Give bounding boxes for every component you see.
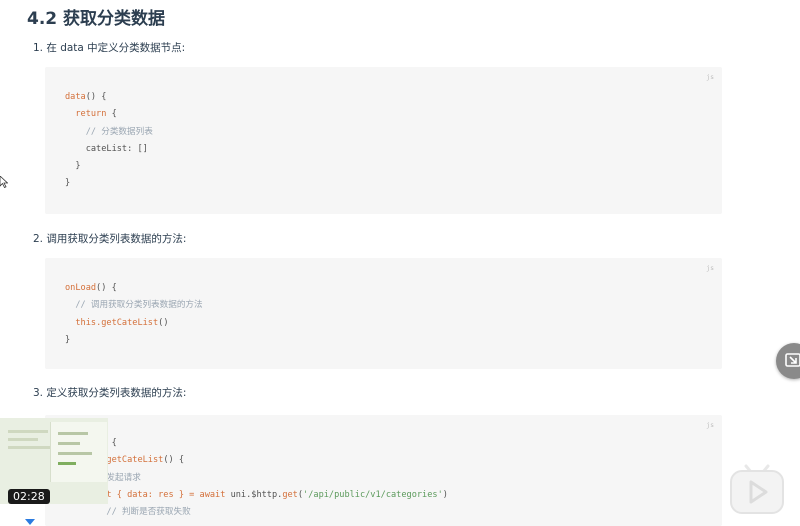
thumb-line	[58, 452, 92, 455]
code-token: it { data: res } =	[101, 489, 200, 500]
thumb-line	[58, 432, 88, 435]
code-comment: // 分类数据列表	[85, 126, 153, 137]
thumb-line	[58, 462, 76, 465]
code-token: data	[65, 92, 86, 102]
code-content: data() { return { // 分类数据列表 cateList: []…	[65, 89, 153, 193]
code-block-method[interactable]: js { getCateList() { 发起请求 it { data: res…	[45, 415, 722, 526]
code-token: }	[65, 334, 71, 345]
code-token: {	[106, 109, 117, 120]
code-token: get	[282, 489, 298, 500]
code-token: onLoad	[65, 283, 97, 293]
step-1-label: 1. 在 data 中定义分类数据节点:	[33, 42, 186, 54]
code-token: }	[65, 178, 71, 189]
code-string: '/api/public/v1/categories'	[303, 489, 443, 500]
code-token: () {	[85, 92, 107, 102]
code-token: this	[75, 317, 97, 328]
code-token: )	[442, 489, 448, 500]
floating-action-button[interactable]	[776, 343, 800, 379]
video-timestamp: 02:28	[8, 489, 50, 504]
section-heading: 4.2 获取分类数据	[27, 9, 166, 29]
language-tag: js	[706, 264, 714, 272]
code-content: { getCateList() { 发起请求 it { data: res } …	[65, 435, 448, 521]
code-token: getCateList	[106, 455, 164, 466]
code-token: () {	[96, 283, 117, 293]
code-comment: // 判断是否获取失败	[106, 507, 191, 518]
step-2-label: 2. 调用获取分类列表数据的方法:	[33, 233, 187, 245]
video-indicator	[25, 519, 35, 525]
thumb-line	[58, 442, 80, 445]
code-token: {	[111, 438, 117, 448]
step-3-label: 3. 定义获取分类列表数据的方法:	[33, 387, 187, 399]
code-token: }	[75, 161, 81, 172]
code-token: uni.$http.	[225, 489, 283, 500]
code-token: await	[199, 489, 226, 500]
code-block-data[interactable]: js data() { return { // 分类数据列表 cateList:…	[45, 67, 722, 214]
code-comment: // 调用获取分类列表数据的方法	[75, 300, 203, 311]
code-block-onload[interactable]: js onLoad() { // 调用获取分类列表数据的方法 this.getC…	[45, 258, 722, 369]
code-token: .getCateList	[96, 317, 159, 328]
code-content: onLoad() { // 调用获取分类列表数据的方法 this.getCate…	[65, 280, 203, 349]
thumb-line	[8, 446, 53, 449]
code-token: cateList: []	[85, 143, 148, 154]
code-comment: 发起请求	[106, 472, 141, 483]
scroll-to-icon	[785, 353, 800, 367]
mouse-cursor-icon	[0, 176, 8, 188]
language-tag: js	[706, 73, 714, 81]
thumb-line	[8, 438, 38, 441]
code-token: return	[75, 109, 107, 120]
code-token: ()	[158, 317, 169, 328]
play-icon[interactable]	[728, 460, 786, 516]
thumb-line	[8, 430, 48, 433]
language-tag: js	[706, 421, 714, 429]
code-token: () {	[163, 455, 185, 466]
